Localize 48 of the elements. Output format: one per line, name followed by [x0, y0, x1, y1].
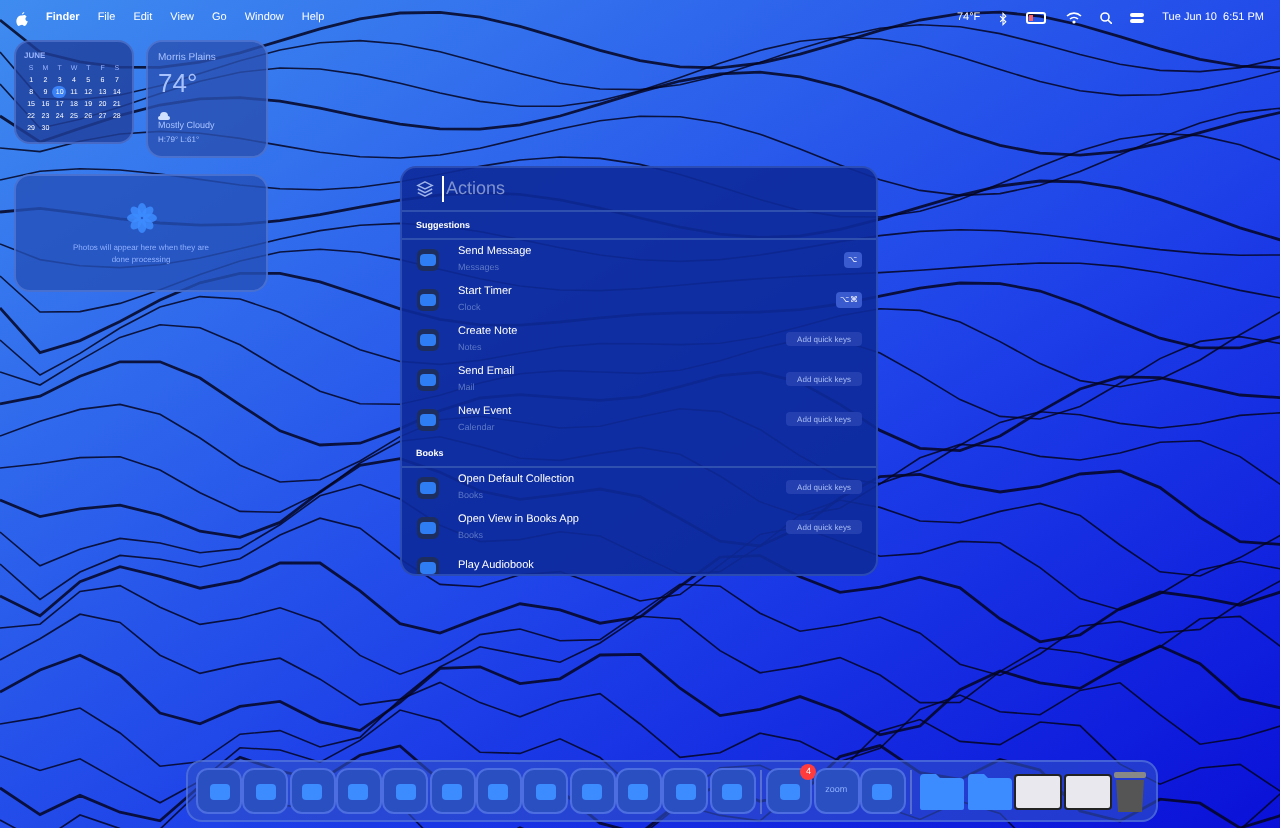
dock-app-button[interactable]: [196, 768, 242, 814]
bluetooth-icon[interactable]: [998, 11, 1009, 25]
layers-icon: [416, 180, 434, 198]
search-field[interactable]: Actions: [442, 175, 862, 203]
app-glyph-icon: [533, 779, 558, 803]
app-glyph-icon: [207, 779, 231, 803]
app-glyph-icon: [440, 779, 465, 803]
dock-app-button[interactable]: [382, 768, 429, 814]
search-icon[interactable]: [1100, 12, 1113, 24]
cloud-icon: [158, 112, 170, 121]
dock-app-button[interactable]: [859, 768, 906, 814]
app-glyph-icon: [393, 779, 418, 803]
app-glyph-icon: [870, 779, 895, 803]
dock-app-button[interactable]: [242, 768, 289, 814]
app-glyph-icon: [720, 779, 745, 803]
weather-temperature: 74°: [158, 67, 200, 97]
app-glyph-icon: [300, 779, 325, 803]
app-icon: [416, 555, 440, 574]
app-glyph-icon: [346, 779, 371, 803]
apple-icon[interactable]: [16, 11, 28, 25]
dock-app-button[interactable]: [475, 768, 522, 814]
flower-icon: [125, 201, 157, 233]
app-glyph-icon: [673, 779, 698, 803]
dock-app-button[interactable]: [522, 768, 569, 814]
dock-app-button[interactable]: [615, 768, 662, 814]
battery-icon[interactable]: [1026, 12, 1049, 24]
app-icon: [416, 327, 440, 352]
app-glyph-icon: [580, 779, 605, 803]
app-glyph-icon: [626, 779, 651, 803]
app-icon: [416, 287, 440, 312]
app-glyph-icon: [777, 779, 802, 803]
dock-app-button[interactable]: [662, 768, 709, 814]
window-thumbnail[interactable]: [1014, 773, 1063, 809]
app-icon: [416, 407, 440, 432]
app-icon: [416, 475, 440, 499]
dock-app-button[interactable]: [289, 768, 336, 814]
app-icon: [416, 247, 440, 272]
app-icon: [416, 367, 440, 392]
app-glyph-icon: [253, 779, 278, 803]
dock-app-button[interactable]: [709, 768, 756, 814]
control-center-icon[interactable]: [1130, 12, 1145, 24]
window-thumbnail[interactable]: [1063, 773, 1112, 809]
app-glyph-icon: [486, 779, 511, 803]
dock-app-button[interactable]: [569, 768, 616, 814]
dock-app-button[interactable]: [335, 768, 382, 814]
app-icon: [416, 515, 440, 539]
dock-app-button[interactable]: [429, 768, 476, 814]
wifi-icon[interactable]: [1066, 12, 1083, 24]
